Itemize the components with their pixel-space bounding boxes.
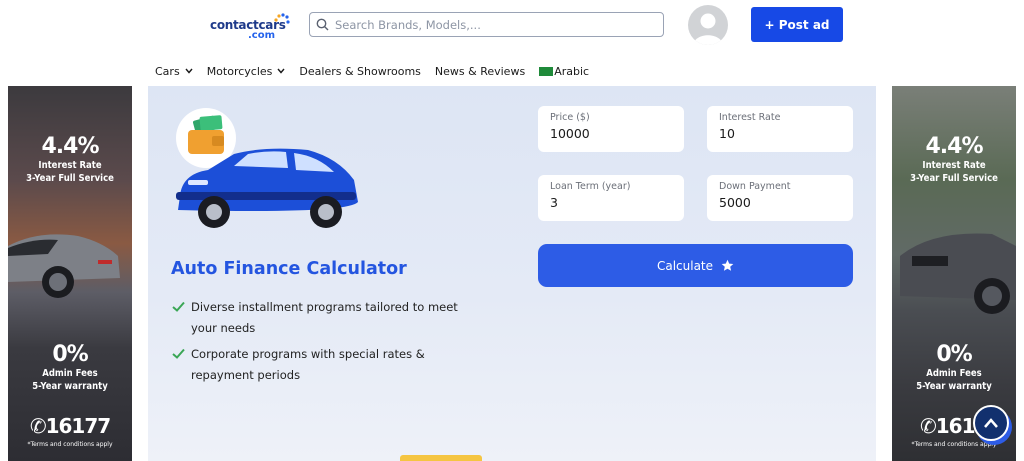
right-ad-banner[interactable]: 4.4% Interest Rate 3-Year Full Service 0…: [892, 86, 1016, 461]
check-icon: [172, 348, 185, 359]
ad-phone-row: ✆16177: [8, 414, 132, 438]
feature-text: Corporate programs with special rates & …: [191, 347, 425, 382]
ad-rate: 4.4%: [925, 134, 983, 159]
calculator-title: Auto Finance Calculator: [171, 259, 407, 279]
ad-terms: *Terms and conditions apply: [911, 441, 997, 448]
logo-dots-icon: [274, 13, 290, 24]
phone-icon: ✆: [920, 414, 937, 438]
phone-icon: ✆: [29, 414, 47, 438]
nav-item-motorcycles[interactable]: Motorcycles: [207, 65, 286, 78]
check-icon: [172, 301, 185, 312]
left-ad-banner[interactable]: 4.4% Interest Rate 3-Year Full Service 0…: [8, 86, 132, 461]
nav-item-label: Dealers & Showrooms: [299, 64, 421, 78]
main-nav: Cars Motorcycles Dealers & Showrooms New…: [155, 62, 603, 80]
ad-fees: 0%: [936, 342, 972, 367]
calculate-button[interactable]: Calculate: [538, 244, 853, 287]
calculate-label: Calculate: [656, 258, 714, 273]
ad-fees-line2: 5-Year warranty: [916, 381, 992, 392]
finance-calculator-section: Auto Finance Calculator Diverse installm…: [148, 86, 876, 461]
ad-fees: 0%: [52, 342, 88, 367]
ad-rate-line1: Interest Rate: [38, 160, 102, 171]
loan-term-field[interactable]: Loan Term (year): [538, 175, 684, 221]
down-payment-label: Down Payment: [719, 181, 791, 192]
star-icon: [721, 259, 734, 271]
feature-item: Diverse installment programs tailored to…: [172, 297, 481, 339]
site-header: contactcars .com + Post ad: [0, 0, 1024, 86]
ad-rate-line2: 3-Year Full Service: [910, 173, 998, 184]
interest-rate-field[interactable]: Interest Rate: [707, 106, 853, 152]
chevron-up-icon: [984, 418, 998, 428]
ad-phone: 16177: [45, 414, 112, 438]
ad-fees-line1: Admin Fees: [926, 368, 982, 379]
chevron-down-icon: [277, 68, 285, 74]
interest-rate-label: Interest Rate: [719, 112, 781, 123]
price-input[interactable]: [550, 126, 670, 141]
nav-item-label: Motorcycles: [206, 64, 273, 78]
nav-item-label: Cars: [155, 64, 180, 78]
language-switch[interactable]: Arabic: [539, 65, 589, 78]
nav-item-cars[interactable]: Cars: [155, 65, 193, 78]
search-icon: [316, 18, 329, 31]
post-ad-button[interactable]: + Post ad: [751, 7, 843, 42]
feature-text: Diverse installment programs tailored to…: [191, 300, 458, 335]
interest-rate-input[interactable]: [719, 126, 839, 141]
car-finance-illustration: [176, 108, 358, 228]
search-bar[interactable]: [309, 12, 664, 37]
scroll-to-top-button[interactable]: [973, 405, 1009, 441]
chevron-down-icon: [185, 68, 193, 74]
saudi-flag-icon: [539, 66, 554, 76]
nav-item-label: News & Reviews: [434, 64, 526, 78]
user-avatar-icon[interactable]: [688, 5, 728, 45]
page: contactcars .com + Post ad: [0, 0, 1024, 461]
logo-suffix: .com: [248, 30, 276, 41]
language-label: Arabic: [554, 64, 590, 78]
ad-fees-line2: 5-Year warranty: [32, 381, 108, 392]
car-image-left: [8, 234, 120, 298]
site-logo[interactable]: contactcars .com: [208, 12, 290, 41]
ad-fees-line1: Admin Fees: [42, 368, 98, 379]
price-field[interactable]: Price ($): [538, 106, 684, 152]
nav-item-news[interactable]: News & Reviews: [435, 65, 525, 78]
loan-term-label: Loan Term (year): [550, 181, 631, 192]
ad-terms: *Terms and conditions apply: [27, 441, 113, 448]
decorative-shape: [400, 455, 482, 461]
feature-item: Corporate programs with special rates & …: [172, 344, 481, 386]
ad-rate-line1: Interest Rate: [922, 160, 986, 171]
loan-term-input[interactable]: [550, 195, 670, 210]
car-image-right: [900, 233, 1016, 314]
search-input[interactable]: [335, 17, 635, 32]
nav-item-dealers[interactable]: Dealers & Showrooms: [299, 65, 421, 78]
ad-rate-line2: 3-Year Full Service: [26, 173, 114, 184]
price-label: Price ($): [550, 112, 590, 123]
down-payment-input[interactable]: [719, 195, 839, 210]
ad-rate: 4.4%: [41, 134, 99, 159]
down-payment-field[interactable]: Down Payment: [707, 175, 853, 221]
